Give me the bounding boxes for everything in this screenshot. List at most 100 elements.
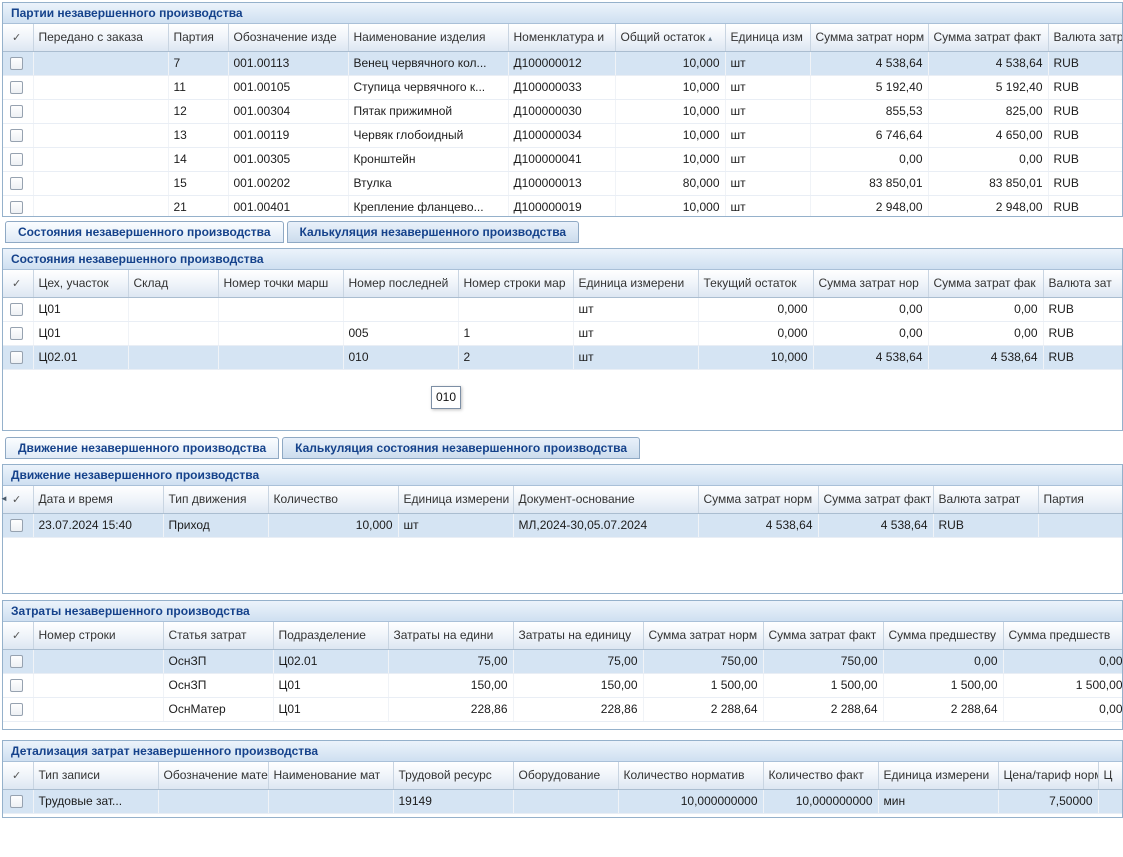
cell[interactable]: [1038, 513, 1122, 537]
cell[interactable]: Ц02.01: [33, 345, 128, 369]
cell[interactable]: 001.00202: [228, 171, 348, 195]
table-row[interactable]: ОснЗПЦ01150,00150,001 500,001 500,001 50…: [3, 673, 1122, 697]
table-row[interactable]: 23.07.2024 15:40Приход10,000штМЛ,2024-30…: [3, 513, 1122, 537]
cell[interactable]: [513, 789, 618, 813]
cell[interactable]: [458, 297, 573, 321]
row-checkbox[interactable]: [10, 177, 23, 190]
cell[interactable]: 7,50000: [998, 789, 1098, 813]
cell[interactable]: 13: [168, 123, 228, 147]
row-checkbox[interactable]: [10, 303, 23, 316]
column-header[interactable]: Сумма затрат фак: [928, 270, 1043, 297]
cell[interactable]: [33, 99, 168, 123]
table-row[interactable]: 14001.00305КронштейнД10000004110,000шт0,…: [3, 147, 1122, 171]
table-row[interactable]: Ц01шт0,0000,000,00RUB: [3, 297, 1122, 321]
column-header[interactable]: Обозначение изде: [228, 24, 348, 51]
cell[interactable]: 21: [168, 195, 228, 216]
cell[interactable]: 6 746,64: [810, 123, 928, 147]
column-header[interactable]: Сумма предшеству: [883, 622, 1003, 649]
table-row[interactable]: Ц010051шт0,0000,000,00RUB: [3, 321, 1122, 345]
table-row[interactable]: ОснМатерЦ01228,86228,862 288,642 288,642…: [3, 697, 1122, 721]
cell[interactable]: [268, 789, 393, 813]
cell[interactable]: 001.00305: [228, 147, 348, 171]
cell[interactable]: 1 500,00: [1003, 673, 1122, 697]
column-header[interactable]: Наименование мат: [268, 762, 393, 789]
cell[interactable]: [33, 171, 168, 195]
select-all-header[interactable]: ✓: [3, 762, 33, 789]
tab-states-calculation[interactable]: Калькуляция незавершенного производства: [287, 221, 580, 243]
column-header[interactable]: Единица изм: [725, 24, 810, 51]
cell[interactable]: Д100000030: [508, 99, 615, 123]
column-header[interactable]: Сумма затрат нор: [813, 270, 928, 297]
cell[interactable]: 7: [168, 51, 228, 75]
column-header[interactable]: Передано с заказа: [33, 24, 168, 51]
cell[interactable]: [343, 297, 458, 321]
column-header[interactable]: Дата и время: [33, 486, 163, 513]
cell[interactable]: 150,00: [388, 673, 513, 697]
cell[interactable]: 15: [168, 171, 228, 195]
column-header[interactable]: Номер последней: [343, 270, 458, 297]
tab-movement[interactable]: Движение незавершенного производства: [5, 437, 279, 459]
cell[interactable]: 0,00: [928, 321, 1043, 345]
row-checkbox[interactable]: [10, 655, 23, 668]
row-checkbox[interactable]: [10, 153, 23, 166]
row-checkbox[interactable]: [10, 105, 23, 118]
column-header[interactable]: Склад: [128, 270, 218, 297]
cell[interactable]: 83 850,01: [810, 171, 928, 195]
cell[interactable]: 001.00113: [228, 51, 348, 75]
cell[interactable]: Д100000033: [508, 75, 615, 99]
column-header[interactable]: Партия: [1038, 486, 1122, 513]
cell[interactable]: 001.00119: [228, 123, 348, 147]
column-header[interactable]: Документ-основание: [513, 486, 698, 513]
column-header[interactable]: Единица измерени: [398, 486, 513, 513]
cell[interactable]: 0,00: [1003, 697, 1122, 721]
cell[interactable]: [218, 321, 343, 345]
select-all-header[interactable]: ✓: [3, 24, 33, 51]
table-row[interactable]: 15001.00202ВтулкаД10000001380,000шт83 85…: [3, 171, 1122, 195]
cell[interactable]: 10,000000000: [763, 789, 878, 813]
cell[interactable]: Крепление фланцево...: [348, 195, 508, 216]
cell[interactable]: шт: [725, 99, 810, 123]
cell[interactable]: шт: [573, 345, 698, 369]
cell[interactable]: [158, 789, 268, 813]
cell[interactable]: 4 538,64: [818, 513, 933, 537]
cell[interactable]: 10,000: [615, 123, 725, 147]
cell[interactable]: 855,53: [810, 99, 928, 123]
column-header[interactable]: Сумма затрат норм: [698, 486, 818, 513]
row-checkbox[interactable]: [10, 81, 23, 94]
cell[interactable]: шт: [725, 147, 810, 171]
cell[interactable]: шт: [725, 171, 810, 195]
cell[interactable]: Трудовые зат...: [33, 789, 158, 813]
cell[interactable]: [33, 123, 168, 147]
cell[interactable]: RUB: [933, 513, 1038, 537]
cell[interactable]: ОснЗП: [163, 649, 273, 673]
cell[interactable]: ОснЗП: [163, 673, 273, 697]
cell[interactable]: [33, 51, 168, 75]
cell[interactable]: 10,000: [615, 147, 725, 171]
cell[interactable]: 4 538,64: [813, 345, 928, 369]
cell[interactable]: [33, 75, 168, 99]
column-header[interactable]: Количество факт: [763, 762, 878, 789]
column-header[interactable]: Сумма затрат норм: [643, 622, 763, 649]
cell[interactable]: [33, 673, 163, 697]
column-header[interactable]: Затраты на единицу: [513, 622, 643, 649]
cell[interactable]: 1: [458, 321, 573, 345]
cell[interactable]: RUB: [1043, 297, 1122, 321]
cell[interactable]: 19149: [393, 789, 513, 813]
cell[interactable]: [1098, 789, 1122, 813]
cell[interactable]: Д100000012: [508, 51, 615, 75]
cell[interactable]: RUB: [1048, 171, 1122, 195]
cell[interactable]: 001.00105: [228, 75, 348, 99]
cell[interactable]: Д100000019: [508, 195, 615, 216]
table-row[interactable]: ОснЗПЦ02.0175,0075,00750,00750,000,000,0…: [3, 649, 1122, 673]
table-row[interactable]: Трудовые зат...1914910,00000000010,00000…: [3, 789, 1122, 813]
cell[interactable]: Д100000034: [508, 123, 615, 147]
cell[interactable]: 150,00: [513, 673, 643, 697]
cell[interactable]: 001.00401: [228, 195, 348, 216]
column-header[interactable]: Тип движения: [163, 486, 268, 513]
cell[interactable]: 0,000: [698, 321, 813, 345]
cell[interactable]: Втулка: [348, 171, 508, 195]
cell[interactable]: ОснМатер: [163, 697, 273, 721]
cell[interactable]: Червяк глобоидный: [348, 123, 508, 147]
table-row[interactable]: 7001.00113Венец червячного кол...Д100000…: [3, 51, 1122, 75]
cell[interactable]: [33, 195, 168, 216]
